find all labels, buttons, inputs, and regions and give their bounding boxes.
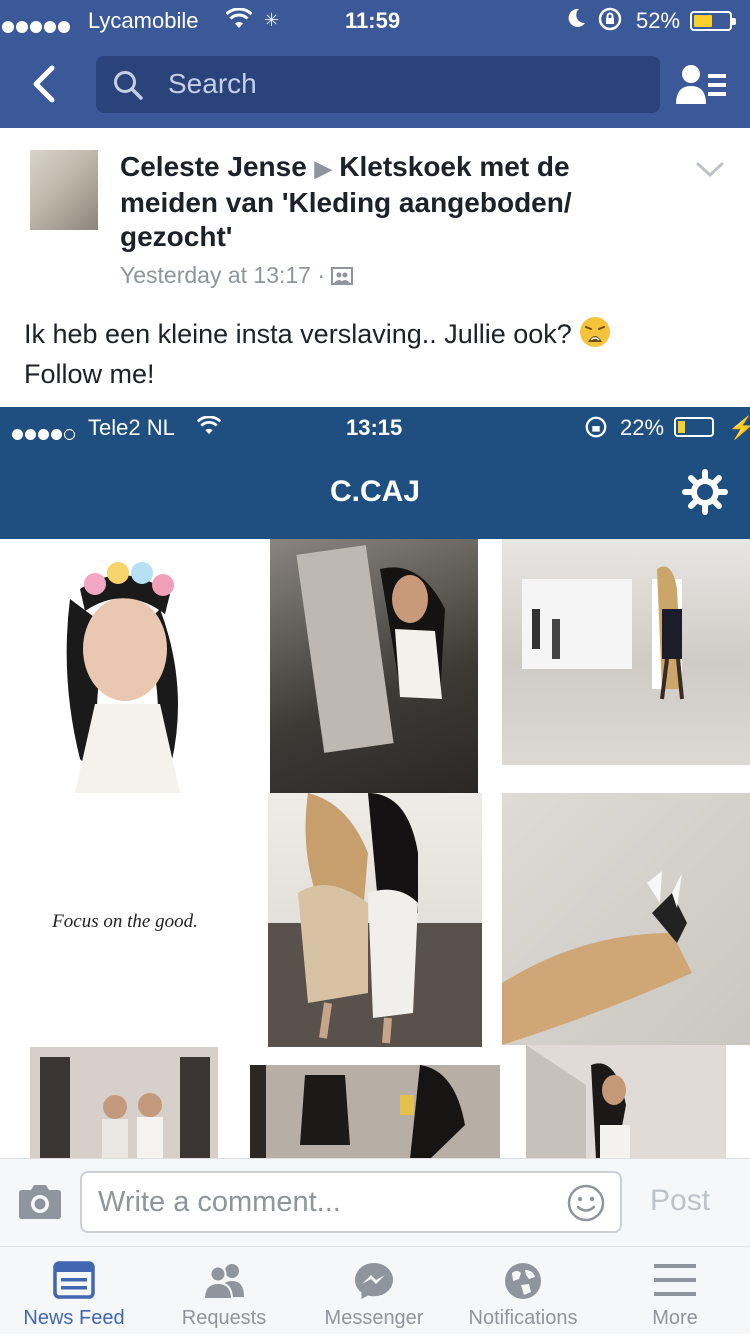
photo-tile-bag-selfie — [250, 1065, 500, 1159]
wifi-icon — [225, 7, 253, 36]
post-text-line1: Ik heb een kleine insta verslaving.. Jul… — [24, 319, 572, 349]
person-list-icon — [676, 65, 726, 104]
comment-field[interactable] — [80, 1171, 622, 1233]
search-input[interactable] — [168, 64, 638, 104]
photo-tile-quote: Focus on the good. — [0, 793, 250, 1045]
post-options-chevron-icon[interactable] — [694, 160, 726, 185]
author-avatar[interactable] — [30, 150, 98, 230]
search-icon — [112, 69, 144, 106]
back-button[interactable] — [28, 64, 68, 104]
do-not-disturb-icon — [565, 6, 587, 36]
post-comment-button[interactable]: Post — [650, 1184, 710, 1218]
photo-tile-hallway-selfie — [526, 1045, 726, 1159]
tab-label-notifications: Notifications — [468, 1307, 578, 1329]
tab-label-more: More — [652, 1307, 698, 1329]
friends-list-button[interactable] — [676, 62, 730, 106]
signal-strength-icon — [0, 13, 70, 39]
photo-tile-two-friends — [268, 793, 482, 1047]
post-text-line2: Follow me! — [24, 359, 155, 389]
messenger-icon — [353, 1261, 395, 1306]
globe-icon — [503, 1261, 543, 1306]
photo-charging-icon: ⚡ — [728, 415, 750, 440]
battery-icon — [690, 11, 736, 31]
tab-messenger[interactable]: Messenger — [300, 1247, 448, 1335]
sticker-smiley-icon[interactable] — [566, 1183, 606, 1228]
tab-requests[interactable]: Requests — [150, 1247, 298, 1335]
tab-label-requests: Requests — [181, 1307, 267, 1329]
photo-signal-icon — [10, 420, 75, 446]
photo-nav-bar: C.CAJ — [0, 447, 750, 539]
photo-tile-mirror-selfie — [270, 539, 478, 793]
tab-more[interactable]: More — [600, 1247, 750, 1335]
tab-notifications[interactable]: Notifications — [448, 1247, 598, 1335]
shared-to-arrow-icon: ▶ — [314, 156, 332, 181]
photo-battery-percent: 22% — [620, 415, 665, 440]
friend-requests-icon — [202, 1261, 248, 1304]
photo-profile-title: C.CAJ — [329, 475, 420, 508]
tab-label-messenger: Messenger — [324, 1307, 424, 1329]
photo-quote-text: Focus on the good. — [52, 911, 198, 932]
weary-face-emoji-icon — [579, 316, 611, 348]
tab-news-feed[interactable]: News Feed — [0, 1247, 148, 1335]
photo-tile-chanel-store — [502, 539, 750, 765]
photo-rotation-lock-icon — [584, 415, 608, 445]
photo-status-bar: Tele2 NL 13:15 22% ⚡ — [0, 407, 750, 447]
photo-wifi-icon — [196, 415, 222, 442]
comment-input[interactable] — [98, 1183, 558, 1221]
camera-icon — [19, 1185, 61, 1219]
status-time: 11:59 — [345, 8, 401, 33]
post-meta: Yesterday at 13:17 · — [120, 262, 354, 289]
post-text: Ik heb een kleine insta verslaving.. Jul… — [24, 314, 724, 394]
photo-tile-floor-legs — [502, 793, 750, 1045]
news-feed-icon — [53, 1261, 95, 1304]
author-name[interactable]: Celeste Jense — [120, 151, 307, 182]
menu-icon — [654, 1263, 696, 1302]
photo-battery-icon — [674, 417, 714, 437]
post-timestamp[interactable]: Yesterday at 13:17 — [120, 262, 311, 288]
search-bar[interactable] — [96, 56, 660, 113]
photo-time: 13:15 — [346, 415, 403, 440]
post-header: Celeste Jense ▶ Kletskoek met de meiden … — [120, 150, 640, 254]
post-photo[interactable]: Tele2 NL 13:15 22% ⚡ C.CAJ Focus on the … — [0, 407, 750, 1159]
battery-percent: 52% — [636, 8, 681, 33]
photo-tile-doorway — [30, 1047, 218, 1159]
photo-tile-portrait — [0, 539, 250, 793]
camera-button[interactable] — [18, 1182, 62, 1220]
meta-separator: · — [317, 262, 326, 288]
group-members-icon — [331, 262, 354, 288]
tab-label-news-feed: News Feed — [23, 1307, 125, 1329]
rotation-lock-icon — [597, 6, 623, 38]
carrier-name: Lycamobile — [88, 8, 199, 33]
photo-carrier: Tele2 NL — [88, 415, 175, 440]
bottom-tab-bar: News Feed Requests Messenger Notificatio… — [0, 1246, 750, 1334]
activity-spinner-icon: ✳ — [264, 10, 280, 30]
top-navigation-bar: Lycamobile ✳ 11:59 52% — [0, 0, 750, 128]
photo-settings-gear-icon — [682, 469, 728, 520]
